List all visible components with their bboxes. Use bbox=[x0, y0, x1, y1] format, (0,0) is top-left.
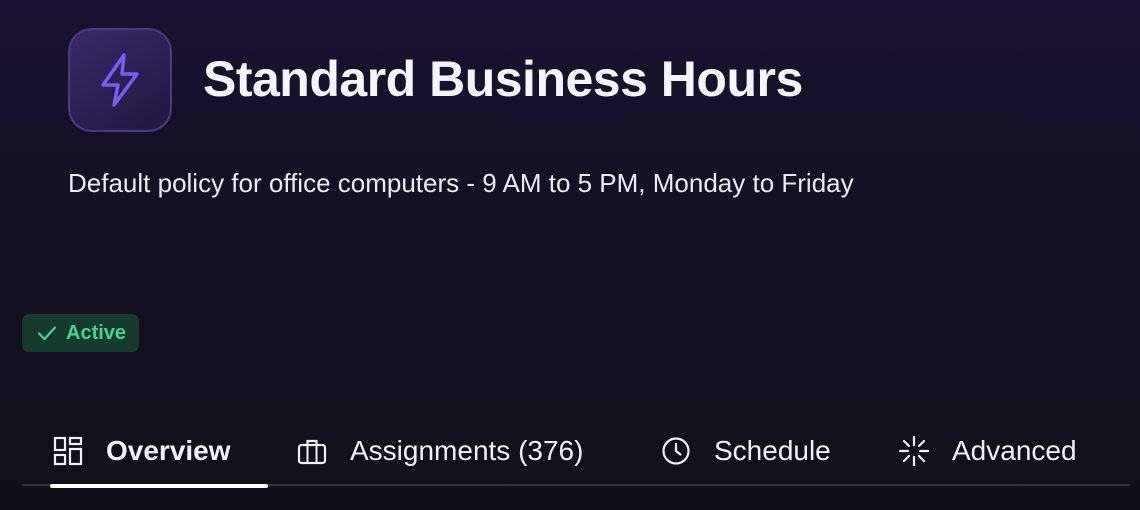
policy-description: Default policy for office computers - 9 … bbox=[68, 168, 854, 198]
status-label: Active bbox=[66, 321, 127, 344]
sparkle-icon bbox=[898, 435, 930, 467]
tab-overview[interactable]: Overview bbox=[50, 418, 268, 488]
grid-icon bbox=[52, 435, 84, 467]
page-title: Standard Business Hours bbox=[203, 51, 803, 107]
status-badge: Active bbox=[22, 314, 140, 352]
tab-label: Assignments (376) bbox=[350, 435, 584, 466]
tab-label: Overview bbox=[106, 435, 231, 466]
checkmark-icon bbox=[37, 326, 57, 341]
briefcase-icon bbox=[296, 435, 328, 467]
tab-label: Schedule bbox=[714, 435, 831, 466]
policy-icon-tile bbox=[68, 28, 172, 132]
clock-icon bbox=[660, 435, 692, 467]
tab-label: Advanced bbox=[952, 435, 1077, 466]
tab-schedule[interactable]: Schedule bbox=[660, 418, 831, 484]
tab-assignments[interactable]: Assignments (376) bbox=[296, 418, 583, 484]
lightning-bolt-icon bbox=[101, 53, 139, 107]
tab-advanced[interactable]: Advanced bbox=[898, 418, 1077, 484]
tab-bar: Overview Assignments (376) Schedule Adva… bbox=[22, 418, 1130, 488]
